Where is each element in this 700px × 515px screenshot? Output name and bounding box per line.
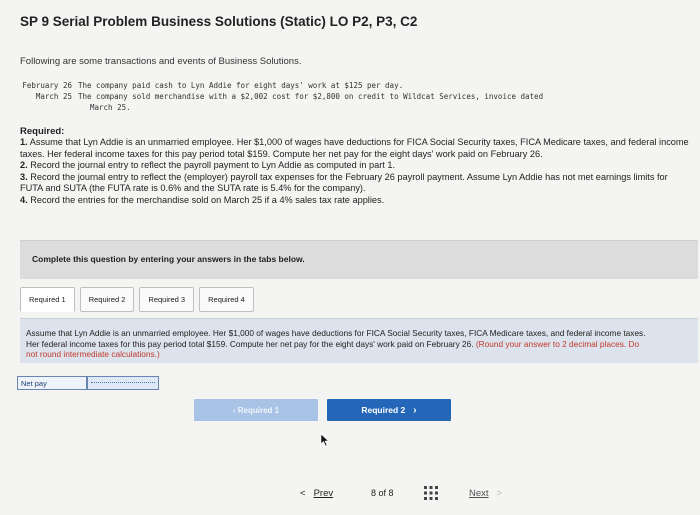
- question-panel: Assume that Lyn Addie is an unmarried em…: [20, 318, 698, 363]
- requirement-item: 2. Record the journal entry to reflect t…: [20, 160, 396, 170]
- transaction-text: The company sold merchandise with a $2,0…: [78, 92, 544, 101]
- intro-text: Following are some transactions and even…: [20, 56, 302, 67]
- tab-required-1[interactable]: Required 1: [20, 287, 75, 312]
- net-pay-input[interactable]: [87, 376, 159, 390]
- page-count: 8 of 8: [371, 488, 394, 498]
- instruction-banner: Complete this question by entering your …: [20, 240, 698, 279]
- transaction-row: February 26 The company paid cash to Lyn…: [20, 80, 685, 91]
- grid-icon[interactable]: [424, 486, 438, 500]
- instruction-text: Complete this question by entering your …: [32, 254, 305, 264]
- question-text: Assume that Lyn Addie is an unmarried em…: [26, 328, 646, 359]
- chevron-right-icon: >: [496, 488, 503, 499]
- chevron-right-icon: ›: [413, 404, 417, 416]
- transaction-row: March 25 The company sold merchandise wi…: [20, 91, 685, 102]
- cursor-icon: [320, 433, 330, 447]
- previous-required-button[interactable]: ‹ Required 1: [194, 399, 318, 421]
- transaction-date: February 26: [22, 81, 72, 90]
- chevron-left-icon: <: [300, 488, 306, 499]
- transactions-list: February 26 The company paid cash to Lyn…: [20, 80, 685, 113]
- requirement-item: 4. Record the entries for the merchandis…: [20, 194, 385, 205]
- tab-required-4[interactable]: Required 4: [199, 287, 254, 312]
- tab-required-3[interactable]: Required 3: [139, 287, 195, 312]
- pager: < Prev 8 of 8 Next >: [0, 484, 700, 508]
- transaction-date: March 25: [35, 92, 72, 101]
- next-page-button[interactable]: Next >: [469, 488, 502, 499]
- transaction-continuation: March 25.: [90, 103, 131, 112]
- required-heading: Required:: [20, 126, 65, 137]
- requirement-item: 3. Record the journal entry to reflect t…: [20, 171, 668, 194]
- tab-bar: Required 1 Required 2 Required 3 Require…: [20, 287, 254, 312]
- net-pay-label: Net pay: [17, 376, 87, 390]
- prev-page-button[interactable]: < Prev: [300, 488, 333, 499]
- page-title: SP 9 Serial Problem Business Solutions (…: [20, 14, 418, 29]
- next-required-button[interactable]: Required 2 ›: [327, 399, 451, 421]
- tab-required-2[interactable]: Required 2: [79, 287, 135, 312]
- requirement-item: 1. Assume that Lyn Addie is an unmarried…: [20, 137, 689, 159]
- transaction-text: The company paid cash to Lyn Addie for e…: [78, 81, 404, 90]
- requirements-list: 1. Assume that Lyn Addie is an unmarried…: [20, 137, 692, 206]
